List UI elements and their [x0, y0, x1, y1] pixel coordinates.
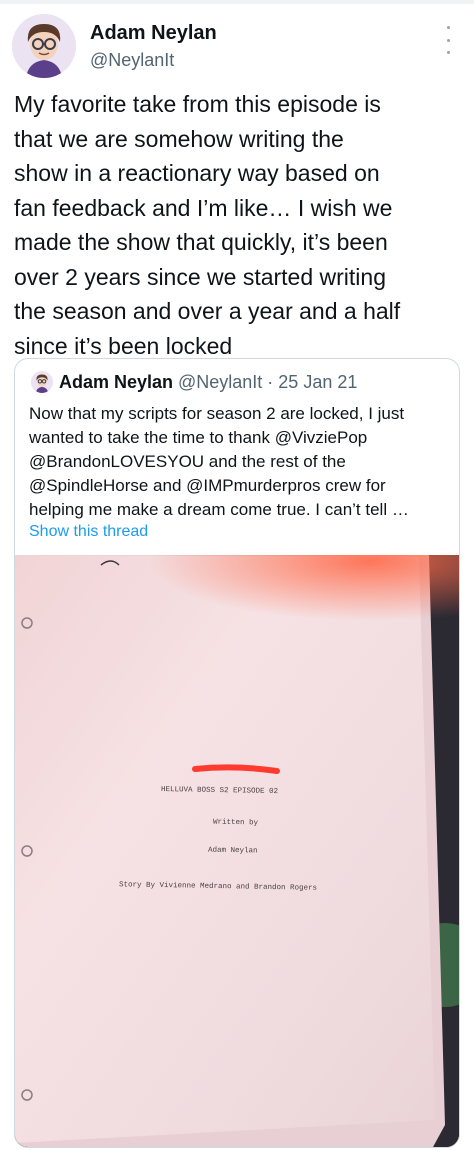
author-avatar[interactable] [12, 14, 76, 78]
quoted-media-image[interactable]: HELLUVA BOSS S2 EPISODE 02 Written by Ad… [15, 555, 459, 1147]
script-author: Adam Neylan [207, 846, 258, 856]
author-name[interactable]: Adam Neylan [90, 22, 217, 45]
more-vertical-icon[interactable] [438, 26, 458, 54]
tweet-text: My favorite take from this episode is th… [14, 91, 401, 359]
quoted-handle-date: @NeylanIt · 25 Jan 21 [178, 372, 358, 392]
quoted-text: Now that my scripts for season 2 are loc… [29, 404, 409, 519]
avatar-icon [31, 371, 53, 393]
avatar-icon [12, 14, 76, 78]
quoted-tweet[interactable]: Adam Neylan @NeylanIt · 25 Jan 21 Now th… [14, 358, 460, 1148]
show-thread-link[interactable]: Show this thread [29, 523, 148, 541]
script-written-by: Written by [212, 818, 259, 828]
tweet: Adam Neylan @NeylanIt My favorite take f… [0, 0, 474, 1150]
top-divider [0, 0, 474, 4]
quoted-author-name[interactable]: Adam Neylan [59, 372, 173, 393]
quoted-avatar[interactable] [31, 371, 53, 393]
author-handle[interactable]: @NeylanIt [90, 50, 174, 71]
